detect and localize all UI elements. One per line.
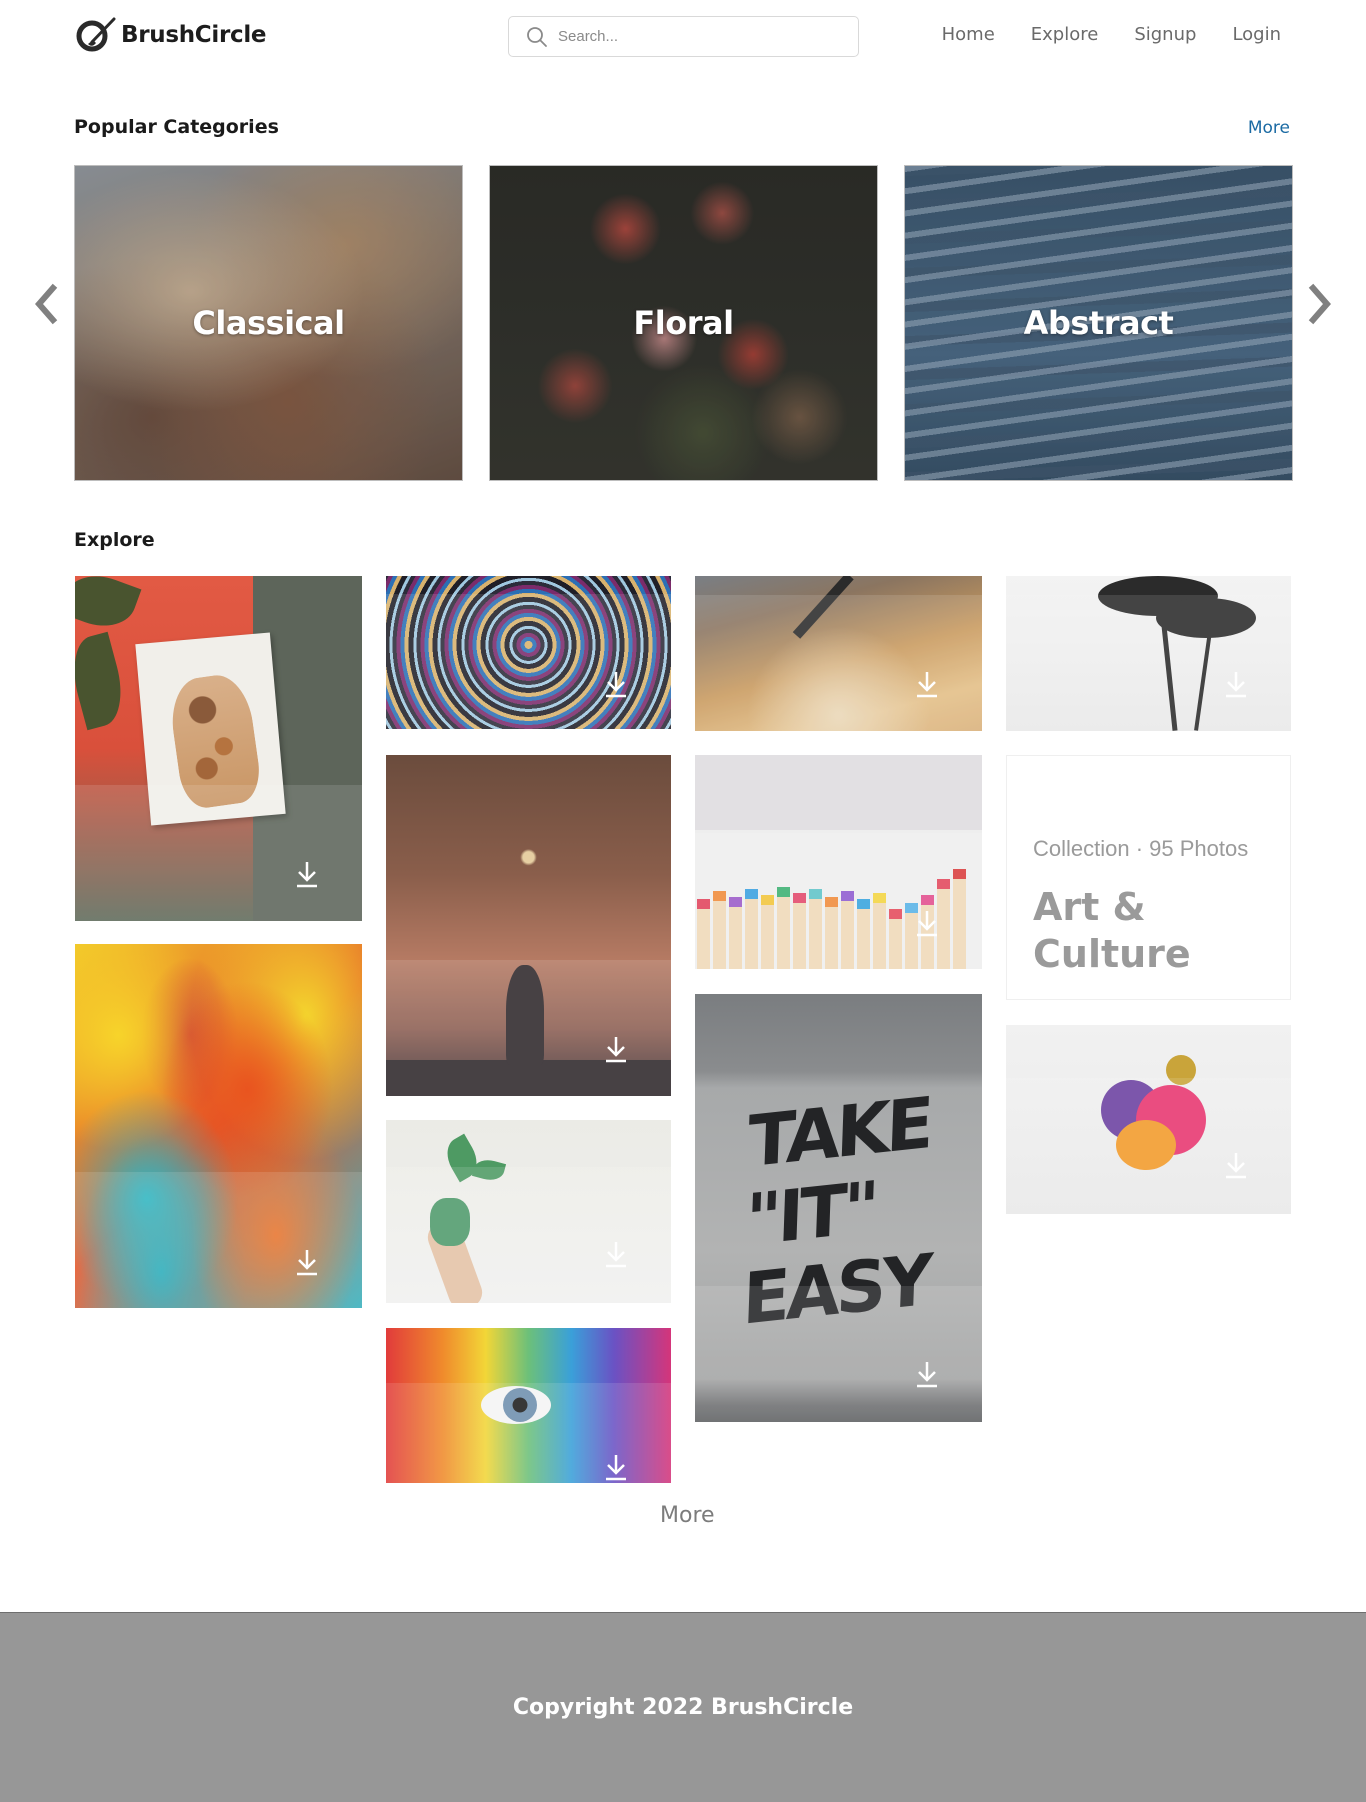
explore-photo-paint-splash[interactable] — [1006, 1025, 1291, 1214]
explore-photo-paint-palette[interactable] — [695, 576, 982, 731]
chevron-left-icon[interactable] — [31, 282, 61, 326]
nav-home[interactable]: Home — [942, 24, 995, 45]
download-icon[interactable] — [295, 1248, 319, 1276]
brand-name: BrushCircle — [121, 22, 267, 48]
footer: Copyright 2022 BrushCircle — [0, 1612, 1366, 1802]
leaf-shape — [75, 576, 142, 637]
explore-title: Explore — [74, 529, 155, 551]
hover-overlay — [386, 960, 671, 1096]
search-bar[interactable] — [508, 16, 859, 57]
explore-photo-giraffe[interactable] — [75, 576, 362, 921]
top-nav: Home Explore Signup Login — [942, 24, 1281, 45]
explore-photo-silhouette[interactable] — [386, 755, 671, 1096]
download-icon[interactable] — [604, 1453, 628, 1481]
explore-more-button[interactable]: More — [660, 1503, 715, 1528]
hover-overlay — [75, 785, 362, 921]
footer-copyright: Copyright 2022 BrushCircle — [512, 1695, 854, 1720]
popular-categories-title: Popular Categories — [74, 116, 279, 138]
nav-login[interactable]: Login — [1232, 24, 1281, 45]
explore-photo-colored-pencils[interactable] — [695, 755, 982, 969]
explore-photo-graffiti[interactable]: TAKE "IT" EASY — [695, 994, 982, 1422]
download-icon[interactable] — [915, 1360, 939, 1388]
nav-signup[interactable]: Signup — [1134, 24, 1196, 45]
hover-overlay — [695, 833, 982, 969]
hover-overlay — [1006, 595, 1291, 731]
category-card-classical[interactable]: Classical — [74, 165, 463, 481]
hover-overlay — [695, 1286, 982, 1422]
download-icon[interactable] — [604, 1035, 628, 1063]
hover-overlay — [386, 1167, 671, 1303]
nav-explore[interactable]: Explore — [1031, 24, 1099, 45]
collection-meta: Collection · 95 Photos — [1033, 836, 1249, 861]
download-icon[interactable] — [604, 670, 628, 698]
leaf-shape — [75, 631, 131, 731]
explore-photo-stained-glass[interactable] — [386, 576, 671, 729]
category-label: Floral — [633, 304, 734, 342]
download-icon[interactable] — [915, 670, 939, 698]
hover-overlay — [386, 1383, 671, 1483]
explore-photo-abstract-paint[interactable] — [75, 944, 362, 1308]
hover-overlay — [1006, 1078, 1291, 1214]
explore-photo-plant-hand[interactable] — [386, 1120, 671, 1303]
download-icon[interactable] — [604, 1240, 628, 1268]
hover-overlay — [75, 1172, 362, 1308]
collection-card[interactable]: Collection · 95 Photos Art & Culture — [1006, 755, 1291, 1000]
search-input[interactable] — [558, 28, 838, 45]
brush-circle-logo-icon — [76, 17, 116, 52]
category-label: Abstract — [1023, 304, 1174, 342]
chevron-right-icon[interactable] — [1305, 282, 1335, 326]
search-icon — [527, 26, 547, 47]
hover-overlay — [695, 595, 982, 731]
download-icon[interactable] — [1224, 670, 1248, 698]
download-icon[interactable] — [1224, 1151, 1248, 1179]
hover-overlay — [386, 594, 671, 729]
collection-title: Art & Culture — [1033, 885, 1191, 976]
download-icon[interactable] — [915, 909, 939, 937]
category-label: Classical — [192, 304, 345, 342]
categories-more-link[interactable]: More — [1248, 118, 1290, 138]
explore-photo-rainbow-eye[interactable] — [386, 1328, 671, 1483]
category-card-abstract[interactable]: Abstract — [904, 165, 1293, 481]
download-icon[interactable] — [295, 860, 319, 888]
category-card-floral[interactable]: Floral — [489, 165, 878, 481]
brand-logo[interactable]: BrushCircle — [74, 16, 267, 54]
explore-photo-trees[interactable] — [1006, 576, 1291, 731]
